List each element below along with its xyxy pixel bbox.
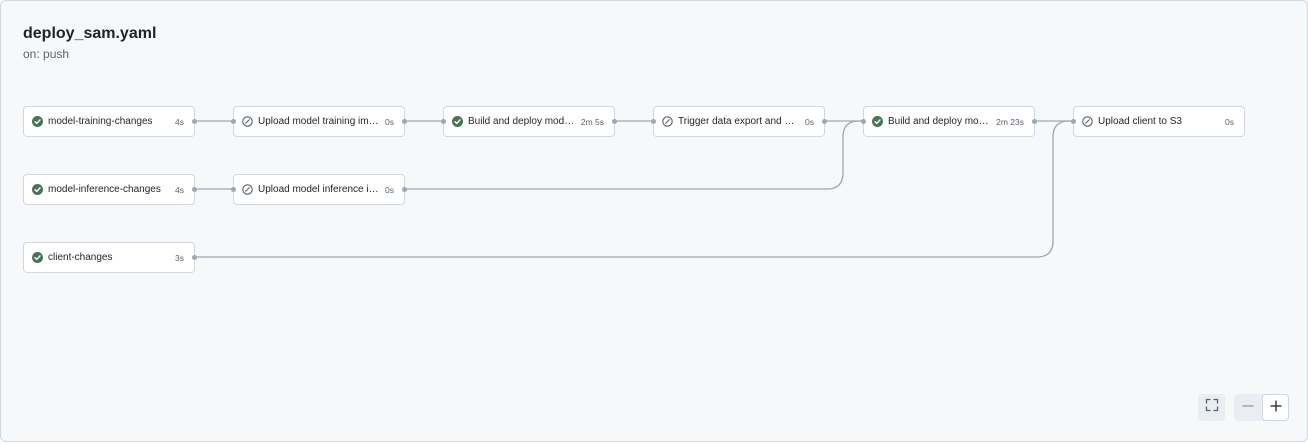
input-port — [441, 119, 446, 124]
job-upload-client-s3[interactable]: Upload client to S3 0s — [1071, 106, 1245, 137]
input-port — [231, 187, 236, 192]
skipped-icon — [242, 116, 253, 127]
success-check-icon — [32, 184, 43, 195]
job-duration: 3s — [175, 252, 184, 263]
job-name: Upload client to S3 — [1098, 116, 1182, 127]
output-port — [192, 187, 197, 192]
success-check-icon — [32, 116, 43, 127]
job-name: client-changes — [48, 252, 113, 263]
input-port — [861, 119, 866, 124]
job-model-inference-changes[interactable]: model-inference-changes 4s — [23, 174, 197, 205]
job-model-training-changes[interactable]: model-training-changes 4s — [23, 106, 197, 137]
output-port — [612, 119, 617, 124]
job-name: model-inference-changes — [48, 184, 161, 195]
input-port — [1071, 119, 1076, 124]
job-build-deploy-model-2[interactable]: Build and deploy mode… 2m 23s — [861, 106, 1037, 137]
job-duration: 0s — [1225, 116, 1234, 127]
job-trigger-data-export[interactable]: Trigger data export and mo… 0s — [651, 106, 827, 137]
job-name: Upload model inference im… — [258, 184, 380, 195]
skipped-icon — [242, 184, 253, 195]
fullscreen-icon — [1205, 398, 1219, 417]
zoom-controls — [1234, 394, 1289, 421]
job-duration: 4s — [175, 184, 184, 195]
job-duration: 4s — [175, 116, 184, 127]
success-check-icon — [872, 116, 883, 127]
output-port — [192, 119, 197, 124]
job-upload-model-training-image[interactable]: Upload model training ima… 0s — [231, 106, 407, 137]
workflow-graph-canvas[interactable]: deploy_sam.yaml on: push model-training-… — [0, 0, 1308, 442]
success-check-icon — [32, 252, 43, 263]
job-duration: 0s — [385, 116, 394, 127]
output-port — [822, 119, 827, 124]
job-duration: 0s — [385, 184, 394, 195]
job-name: model-training-changes — [48, 116, 153, 127]
zoom-in-button[interactable] — [1262, 394, 1289, 421]
output-port — [402, 119, 407, 124]
job-name: Trigger data export and mo… — [678, 116, 800, 127]
job-upload-model-inference-image[interactable]: Upload model inference im… 0s — [231, 174, 407, 205]
output-port — [402, 187, 407, 192]
job-build-deploy-model-1[interactable]: Build and deploy model … 2m 5s — [441, 106, 617, 137]
job-duration: 2m 23s — [996, 116, 1024, 127]
zoom-out-button[interactable] — [1234, 394, 1261, 421]
job-duration: 0s — [805, 116, 814, 127]
input-port — [231, 119, 236, 124]
output-port — [1032, 119, 1037, 124]
job-name: Build and deploy mode… — [888, 116, 991, 127]
job-name: Upload model training ima… — [258, 116, 380, 127]
fullscreen-button[interactable] — [1198, 394, 1225, 421]
minus-icon — [1241, 399, 1254, 417]
job-client-changes[interactable]: client-changes 3s — [23, 242, 197, 273]
input-port — [651, 119, 656, 124]
job-name: Build and deploy model … — [468, 116, 575, 127]
job-connectors — [195, 120, 1073, 258]
plus-icon — [1269, 399, 1282, 417]
output-port — [192, 255, 197, 260]
success-check-icon — [452, 116, 463, 127]
skipped-icon — [1082, 116, 1093, 127]
skipped-icon — [662, 116, 673, 127]
job-duration: 2m 5s — [580, 116, 604, 127]
